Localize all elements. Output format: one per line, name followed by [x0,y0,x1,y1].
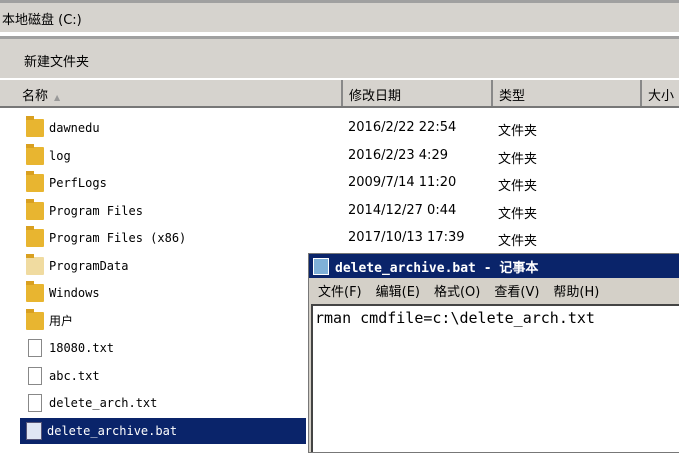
toolbar: 新建文件夹 [0,36,679,78]
file-row[interactable]: 18080.txt [20,335,306,361]
folder-icon [26,226,44,247]
file-date: 2016/2/23 4:29 [348,147,448,163]
file-row[interactable]: 用户 [20,308,306,334]
new-folder-button[interactable]: 新建文件夹 [24,51,89,70]
file-row[interactable]: Program Files [20,198,306,224]
file-type: 文件夹 [498,179,538,194]
file-row[interactable]: dawnedu [20,115,306,141]
file-date: 2014/12/27 0:44 [348,202,457,218]
menu-help[interactable]: 帮助(H) [553,281,599,300]
menu-format[interactable]: 格式(O) [434,281,480,300]
file-row[interactable]: PerfLogs [20,170,306,196]
menu-file[interactable]: 文件(F) [318,281,362,300]
file-type: 文件夹 [498,151,538,167]
menu-edit[interactable]: 编辑(E) [376,281,420,300]
file-name: Program Files [49,203,143,218]
folder-icon [26,143,44,165]
file-row[interactable]: ProgramData [20,253,306,279]
notepad-title-bar[interactable]: delete_archive.bat - 记事本 [309,254,679,278]
column-type[interactable]: 类型 [493,80,642,106]
notepad-menu-bar: 文件(F) 编辑(E) 格式(O) 查看(V) 帮助(H) [309,278,679,303]
file-name: ProgramData [49,258,129,273]
file-name: Program Files (x86) [49,231,187,245]
file-name: 18080.txt [49,341,115,355]
notepad-window: delete_archive.bat - 记事本 文件(F) 编辑(E) 格式(… [308,253,679,453]
sort-ascending-icon: ▲ [54,93,61,102]
file-row[interactable]: abc.txt [20,363,306,389]
notepad-title: delete_archive.bat - 记事本 [335,260,539,276]
menu-view[interactable]: 查看(V) [494,281,539,300]
folder-icon [26,308,44,330]
notepad-icon [313,257,329,275]
column-name[interactable]: 名称 ▲ [0,80,343,106]
file-date: 2016/2/22 22:54 [348,120,457,135]
file-type: 文件夹 [498,234,538,249]
address-bar[interactable]: 本地磁盘 (C:) [0,0,679,34]
folder-icon [26,281,44,302]
file-date: 2017/10/13 17:39 [348,230,465,245]
file-type: 文件夹 [498,124,538,139]
batch-file-icon [26,421,42,440]
file-name: log [49,148,71,163]
file-date: 2009/7/14 11:20 [348,175,457,190]
file-type: 文件夹 [498,206,538,222]
file-name: 用户 [49,314,74,328]
column-header: 名称 ▲ 修改日期 类型 大小 [0,78,679,108]
column-name-label: 名称 [22,89,49,104]
folder-icon [26,198,44,220]
file-row[interactable]: delete_arch.txt [20,390,306,416]
notepad-text-area[interactable]: rman cmdfile=c:\delete_arch.txt [311,304,679,452]
file-row[interactable]: delete_archive.bat [20,417,306,444]
file-row[interactable]: Windows [20,280,306,306]
folder-icon [26,116,44,137]
file-name: abc.txt [49,368,100,383]
text-file-icon [28,339,42,357]
text-file-icon [28,366,42,385]
text-file-icon [28,394,42,412]
file-name: Windows [49,286,100,300]
column-modified[interactable]: 修改日期 [343,80,493,106]
file-name: PerfLogs [49,176,107,190]
column-size[interactable]: 大小 [642,80,679,106]
file-name: dawnedu [49,121,100,135]
file-name: delete_arch.txt [49,396,158,410]
file-name: delete_archive.bat [47,423,178,438]
file-row[interactable]: Program Files (x86) [20,225,306,251]
address-text: 本地磁盘 (C:) [2,13,82,28]
folder-icon [26,171,44,192]
file-row[interactable]: log [20,143,306,169]
folder-icon [26,253,44,275]
